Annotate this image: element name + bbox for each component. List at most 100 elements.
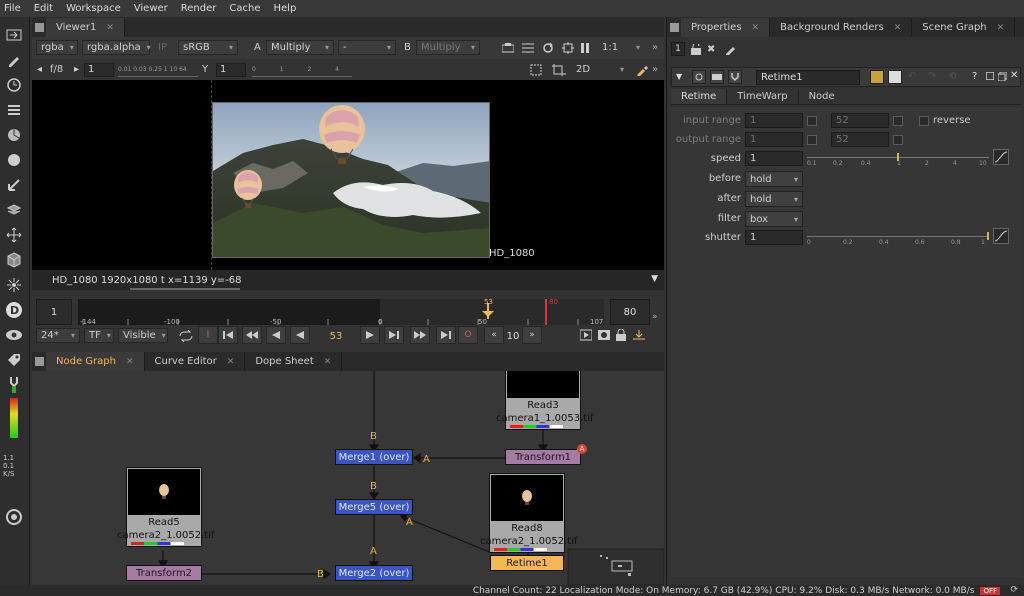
- menu-help[interactable]: Help: [274, 3, 297, 14]
- gain-input[interactable]: 1: [84, 62, 114, 77]
- transform-tool-icon[interactable]: [4, 225, 24, 245]
- subtab-timewarp[interactable]: TimeWarp: [726, 89, 797, 104]
- close-panel-icon[interactable]: ✕: [1010, 70, 1018, 81]
- gamma-slider[interactable]: 0 1 2 4: [252, 62, 352, 77]
- flipbook-icon[interactable]: [579, 329, 593, 344]
- record-button[interactable]: I: [198, 326, 218, 344]
- pane-menu-icon[interactable]: [32, 18, 46, 37]
- shutter-slider[interactable]: 0 0.2 0.4 0.6 0.8 1: [807, 230, 989, 246]
- gamma-input[interactable]: 1: [216, 62, 246, 77]
- fstop-arrow-icon[interactable]: ◂: [37, 62, 42, 77]
- node-type-icon[interactable]: [710, 70, 724, 84]
- particles-tool-icon[interactable]: [4, 275, 24, 295]
- info-dropdown-icon[interactable]: ▼: [651, 274, 658, 284]
- timeline-end-field[interactable]: 80: [610, 299, 650, 325]
- input-a-dropdown[interactable]: -: [338, 40, 396, 55]
- keyer-tool-icon[interactable]: [4, 175, 24, 195]
- pane-menu-icon-2[interactable]: [32, 352, 46, 371]
- ip-button[interactable]: IP: [158, 40, 167, 55]
- node-merge1[interactable]: Merge1 (over): [335, 449, 413, 465]
- close-icon[interactable]: ✕: [997, 23, 1005, 33]
- help-icon[interactable]: ?: [972, 71, 977, 82]
- colorspace-dropdown[interactable]: sRGB: [178, 40, 238, 55]
- subtab-node[interactable]: Node: [797, 89, 845, 104]
- menu-edit[interactable]: Edit: [34, 3, 53, 14]
- close-icon[interactable]: ✕: [324, 357, 332, 367]
- node-color-swatch-2[interactable]: [888, 70, 902, 84]
- tab-viewer1[interactable]: Viewer1 ✕: [46, 18, 125, 37]
- tf-dropdown[interactable]: TF: [84, 328, 114, 343]
- menu-file[interactable]: File: [4, 3, 21, 14]
- prev-frame-button[interactable]: [266, 326, 286, 344]
- step-forward-button[interactable]: »: [522, 326, 542, 344]
- fstop-right-arrow-icon[interactable]: ▸: [74, 62, 79, 77]
- viewer-canvas[interactable]: HD_1080: [32, 80, 664, 270]
- node-graph-canvas[interactable]: B A B A A B Read3 camera1_1.0053.tif Mer…: [32, 371, 664, 585]
- filter-dropdown[interactable]: box: [745, 211, 803, 227]
- node-merge2[interactable]: Merge2 (over): [335, 565, 413, 581]
- node-color-swatch[interactable]: [870, 70, 884, 84]
- node-name-field[interactable]: Retime1: [756, 70, 860, 85]
- close-icon[interactable]: ✕: [227, 357, 235, 367]
- output-range-start[interactable]: 1: [745, 132, 803, 147]
- toolsets-tool-icon[interactable]: [4, 375, 24, 395]
- node-transform2[interactable]: Transform2: [126, 565, 202, 581]
- float-icon[interactable]: [985, 71, 995, 83]
- prev-keyframe-button[interactable]: [242, 326, 262, 344]
- close-icon[interactable]: ✕: [106, 23, 114, 33]
- roi-icon[interactable]: [562, 40, 574, 55]
- close-icon[interactable]: ✕: [752, 23, 760, 33]
- deep-tool-icon[interactable]: D: [4, 300, 24, 320]
- output-range-end-key[interactable]: [893, 135, 903, 145]
- views-tool-icon[interactable]: [4, 325, 24, 345]
- capture-icon[interactable]: [598, 329, 610, 344]
- first-frame-button[interactable]: [218, 326, 238, 344]
- close-icon[interactable]: ✕: [894, 23, 902, 33]
- lines-icon[interactable]: [522, 40, 534, 55]
- after-dropdown[interactable]: hold: [745, 191, 803, 207]
- play-forward-button[interactable]: [360, 326, 380, 344]
- node-transform1[interactable]: Transform1: [505, 449, 581, 465]
- view-mode-dropdown[interactable]: 2D: [572, 62, 628, 77]
- lock-panel-icon[interactable]: [691, 42, 701, 58]
- step-back-button[interactable]: «: [484, 326, 504, 344]
- output-range-end[interactable]: 52: [831, 132, 889, 147]
- shutter-curve-icon[interactable]: [993, 228, 1009, 244]
- frame-field[interactable]: 53: [318, 328, 354, 344]
- timeline-start-field[interactable]: 1: [36, 299, 72, 325]
- last-frame-button[interactable]: [436, 326, 456, 344]
- input-range-end-key[interactable]: [893, 116, 903, 126]
- other-tool-icon[interactable]: [4, 507, 24, 527]
- redo-icon[interactable]: ↷: [928, 71, 936, 82]
- node-retime1[interactable]: Retime1: [490, 555, 564, 571]
- reverse-checkbox[interactable]: [919, 116, 929, 126]
- status-off-badge[interactable]: OFF: [980, 586, 1000, 595]
- node-read3[interactable]: Read3 camera1_1.0053.tif: [496, 371, 594, 430]
- input-range-end[interactable]: 52: [831, 113, 889, 128]
- speed-field[interactable]: 1: [745, 151, 803, 166]
- pause-icon[interactable]: [580, 40, 590, 55]
- filter-tool-icon[interactable]: [4, 150, 24, 170]
- menu-render[interactable]: Render: [181, 3, 217, 14]
- more-icon[interactable]: »: [652, 40, 658, 55]
- tab-dope-sheet[interactable]: Dope Sheet ✕: [245, 352, 343, 371]
- tab-curve-editor[interactable]: Curve Editor ✕: [145, 352, 246, 371]
- refresh-icon[interactable]: [542, 40, 554, 55]
- tab-node-graph[interactable]: Node Graph ✕: [46, 352, 145, 371]
- subtab-retime[interactable]: Retime: [671, 89, 727, 104]
- close-icon[interactable]: ✕: [126, 357, 134, 367]
- 3d-tool-icon[interactable]: [4, 250, 24, 270]
- step-field[interactable]: 10: [504, 328, 522, 344]
- lock-icon[interactable]: [616, 328, 626, 344]
- tab-background-renders[interactable]: Background Renders ✕: [770, 18, 913, 37]
- more-icon-2[interactable]: »: [652, 62, 658, 77]
- color-tool-icon[interactable]: [4, 125, 24, 145]
- draw-tool-icon[interactable]: [4, 50, 24, 70]
- metadata-tool-icon[interactable]: [4, 350, 24, 370]
- refresh-status-icon[interactable]: ⟳: [1010, 585, 1018, 595]
- pane-menu-icon-3[interactable]: [667, 18, 681, 37]
- speed-curve-icon[interactable]: [993, 149, 1009, 165]
- output-range-start-key[interactable]: [807, 135, 817, 145]
- undo-icon[interactable]: ↶: [908, 71, 916, 82]
- collapse-icon[interactable]: ▼: [676, 72, 682, 81]
